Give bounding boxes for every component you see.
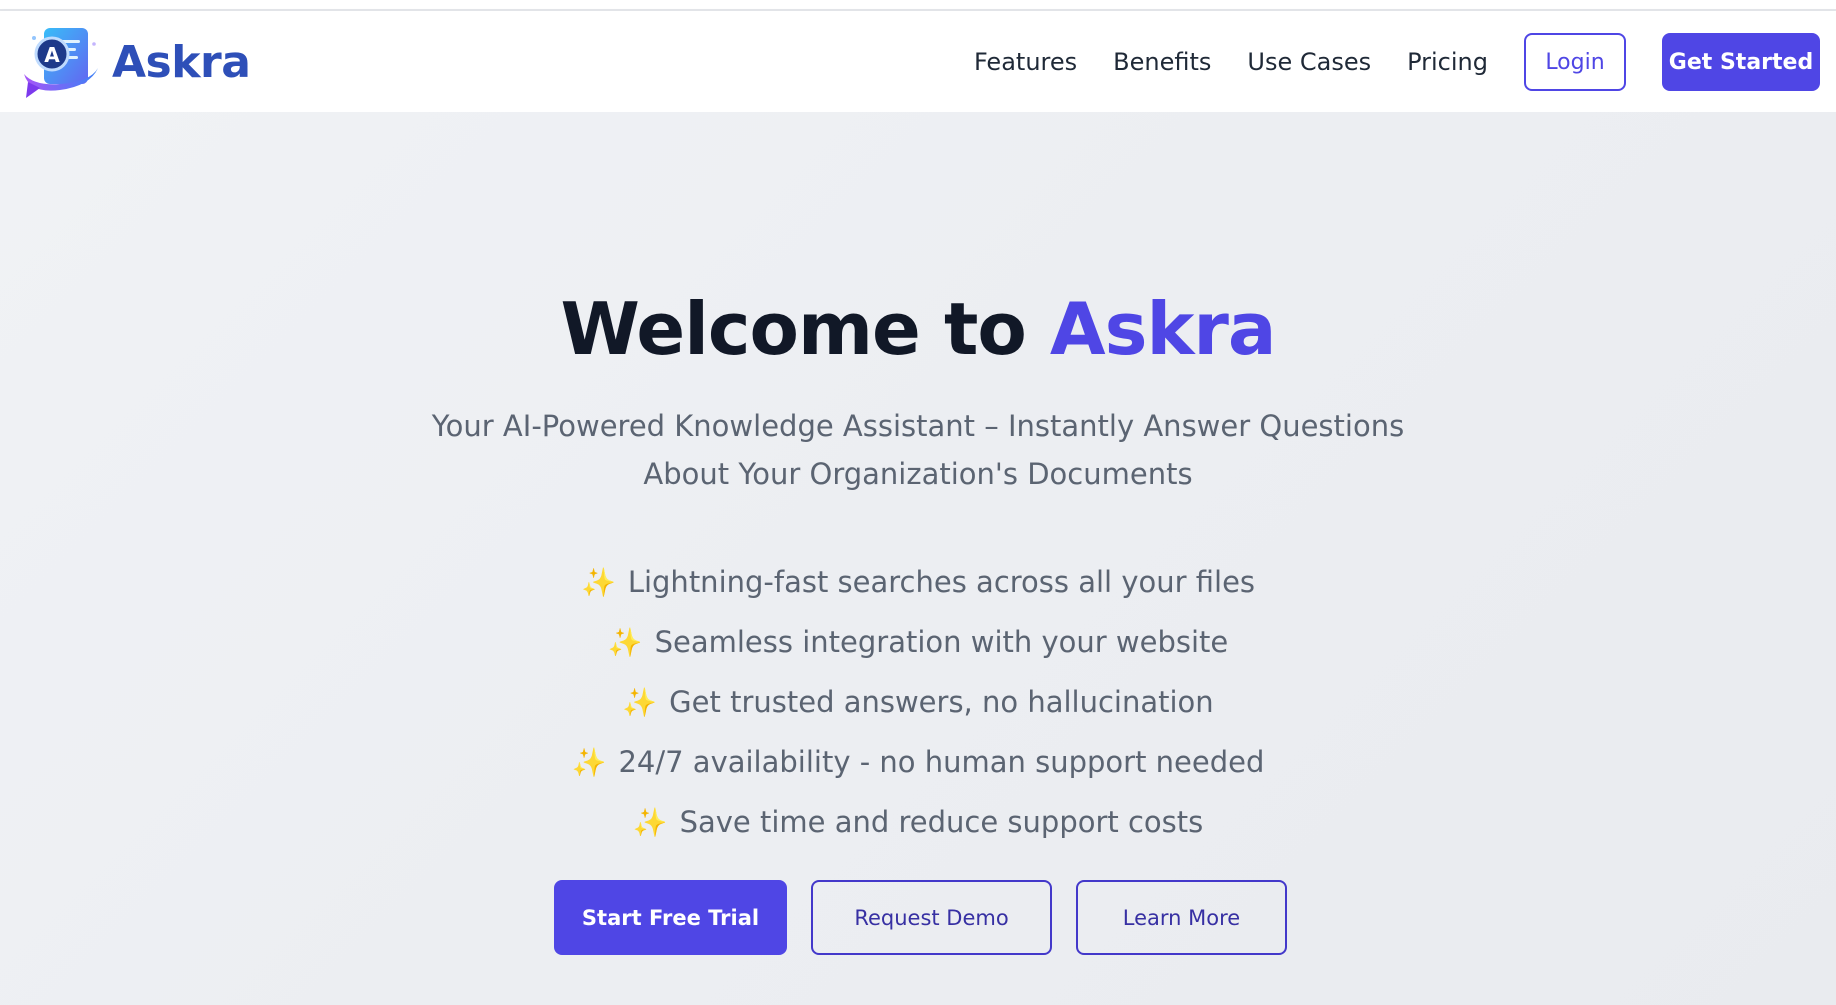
sparkles-icon: ✨ (607, 626, 643, 659)
start-free-trial-button[interactable]: Start Free Trial (554, 880, 787, 955)
feature-text: Save time and reduce support costs (679, 805, 1204, 839)
top-border (0, 0, 1836, 11)
brand-name: Askra (112, 36, 251, 88)
login-button[interactable]: Login (1524, 33, 1626, 91)
sparkles-icon: ✨ (622, 686, 658, 719)
sparkles-icon: ✨ (571, 746, 607, 779)
feature-item: ✨ Save time and reduce support costs (0, 792, 1836, 852)
feature-text: 24/7 availability - no human support nee… (618, 745, 1265, 779)
feature-item: ✨ Seamless integration with your website (0, 612, 1836, 672)
feature-text: Get trusted answers, no hallucination (669, 685, 1214, 719)
feature-text: Seamless integration with your website (654, 625, 1229, 659)
hero-subtitle-line1: Your AI-Powered Knowledge Assistant – In… (431, 409, 1405, 443)
learn-more-button[interactable]: Learn More (1076, 880, 1287, 955)
nav-link-use-cases[interactable]: Use Cases (1247, 48, 1371, 76)
nav-link-features[interactable]: Features (974, 48, 1077, 76)
get-started-button[interactable]: Get Started (1662, 33, 1820, 91)
hero-title-prefix: Welcome to (560, 287, 1027, 371)
hero-subtitle: Your AI-Powered Knowledge Assistant – In… (418, 402, 1418, 498)
nav-link-pricing[interactable]: Pricing (1407, 48, 1488, 76)
brand-logo-link[interactable]: A Askra (20, 24, 251, 100)
feature-item: ✨ 24/7 availability - no human support ne… (0, 732, 1836, 792)
request-demo-button[interactable]: Request Demo (811, 880, 1052, 955)
hero-title-accent: Askra (1049, 287, 1277, 371)
main-nav: Features Benefits Use Cases Pricing Logi… (974, 33, 1820, 91)
feature-item: ✨ Lightning-fast searches across all your… (0, 552, 1836, 612)
hero-cta-group: Start Free Trial Request Demo Learn More (554, 880, 1287, 955)
site-header: A Askra Features Benefits Use Cases Pric… (0, 11, 1836, 112)
hero-section: Welcome to Askra Your AI-Powered Knowled… (0, 112, 1836, 1005)
sparkles-icon: ✨ (632, 806, 668, 839)
askra-logo-icon: A (24, 28, 98, 98)
hero-title: Welcome to Askra (0, 287, 1836, 371)
feature-item: ✨ Get trusted answers, no hallucination (0, 672, 1836, 732)
feature-list: ✨ Lightning-fast searches across all your… (0, 552, 1836, 852)
svg-text:A: A (44, 43, 60, 67)
nav-link-benefits[interactable]: Benefits (1113, 48, 1211, 76)
hero-subtitle-line2: About Your Organization's Documents (643, 457, 1193, 491)
sparkles-icon: ✨ (580, 566, 616, 599)
feature-text: Lightning-fast searches across all your … (627, 565, 1256, 599)
